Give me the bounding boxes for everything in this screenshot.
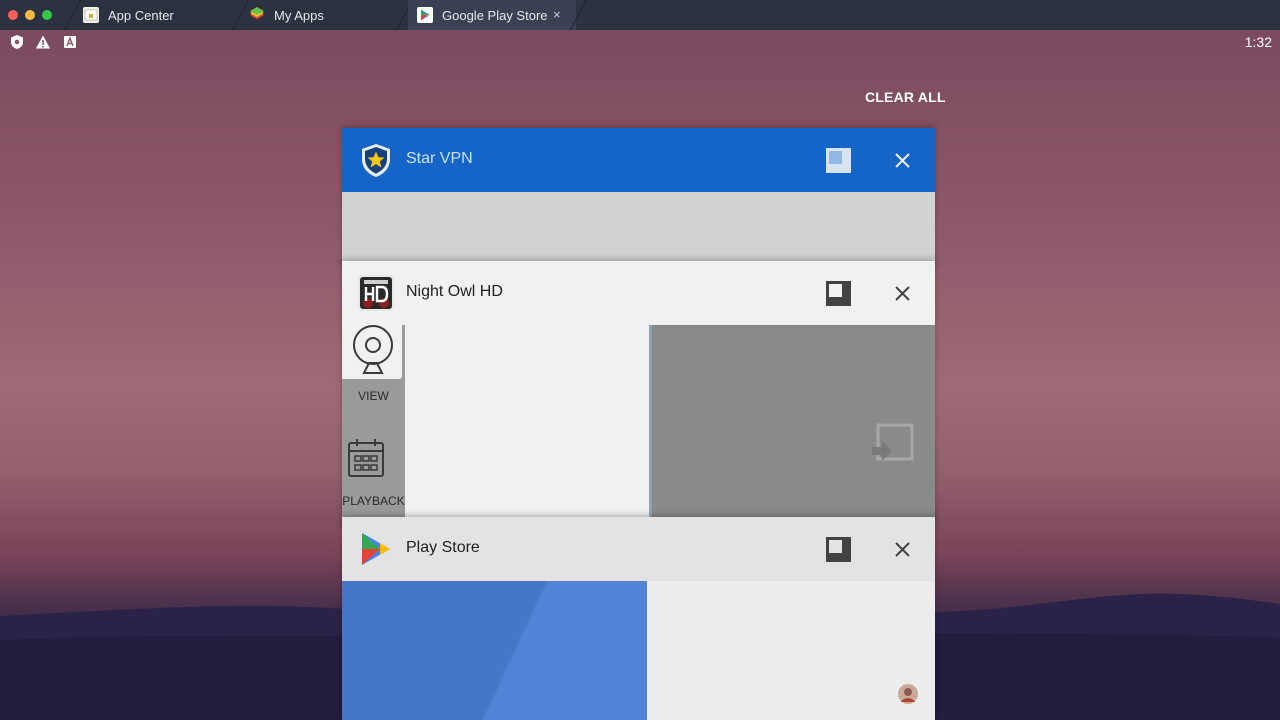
notification-a-icon — [64, 36, 76, 48]
card-title: Star VPN — [406, 150, 473, 167]
playback-label: PLAYBACK — [342, 494, 405, 508]
recent-card-star-vpn[interactable]: Star VPN — [342, 128, 935, 268]
close-icon[interactable] — [890, 148, 915, 173]
tab-label: Google Play Store — [442, 7, 548, 23]
star-vpn-app-icon — [362, 144, 390, 177]
view-label: VIEW — [358, 389, 389, 403]
preview-blue-panel — [342, 581, 647, 720]
play-store-app-icon — [362, 533, 390, 565]
preview-list-pane — [405, 325, 649, 526]
recent-card-night-owl-hd[interactable]: Night Owl HD VIEW PLAYBACK — [342, 261, 935, 526]
card-title: Play Store — [406, 539, 480, 556]
calendar-icon — [348, 439, 384, 477]
window-tab-bar: App Center My Apps Google Play Store × — [0, 0, 1280, 30]
tab-app-center[interactable]: App Center — [80, 0, 240, 30]
clear-all-button[interactable]: CLEAR ALL — [865, 89, 946, 105]
play-store-icon — [417, 7, 433, 23]
card-header: Star VPN — [342, 128, 935, 192]
close-icon[interactable] — [890, 537, 915, 562]
tab-label: My Apps — [274, 7, 324, 23]
maximize-window-icon[interactable] — [826, 281, 851, 306]
card-preview: VIEW PLAYBACK — [342, 325, 935, 526]
tab-label: App Center — [108, 7, 174, 23]
close-icon[interactable] — [890, 281, 915, 306]
recent-card-play-store[interactable]: Play Store — [342, 517, 935, 720]
preview-content-pane — [647, 581, 935, 720]
minimize-window-button[interactable] — [25, 10, 35, 20]
warning-icon — [36, 35, 50, 49]
app-center-icon — [83, 7, 99, 23]
shield-icon — [11, 35, 23, 49]
card-header: Night Owl HD — [342, 261, 935, 325]
zoom-window-button[interactable] — [42, 10, 52, 20]
night-owl-hd-app-icon — [358, 275, 394, 311]
avatar — [898, 684, 918, 704]
cast-screen-icon — [872, 423, 914, 461]
tab-google-play-store[interactable]: Google Play Store × — [408, 0, 576, 30]
status-clock: 1:32 — [1244, 34, 1272, 50]
webcam-icon — [353, 325, 393, 374]
tab-close-button[interactable]: × — [553, 7, 561, 22]
close-window-button[interactable] — [8, 10, 18, 20]
card-header: Play Store — [342, 517, 935, 581]
tab-separator — [64, 0, 81, 30]
tab-my-apps[interactable]: My Apps — [248, 0, 398, 30]
card-title: Night Owl HD — [406, 283, 503, 300]
maximize-window-icon[interactable] — [826, 537, 851, 562]
my-apps-icon — [250, 7, 264, 19]
maximize-window-icon[interactable] — [826, 148, 851, 173]
